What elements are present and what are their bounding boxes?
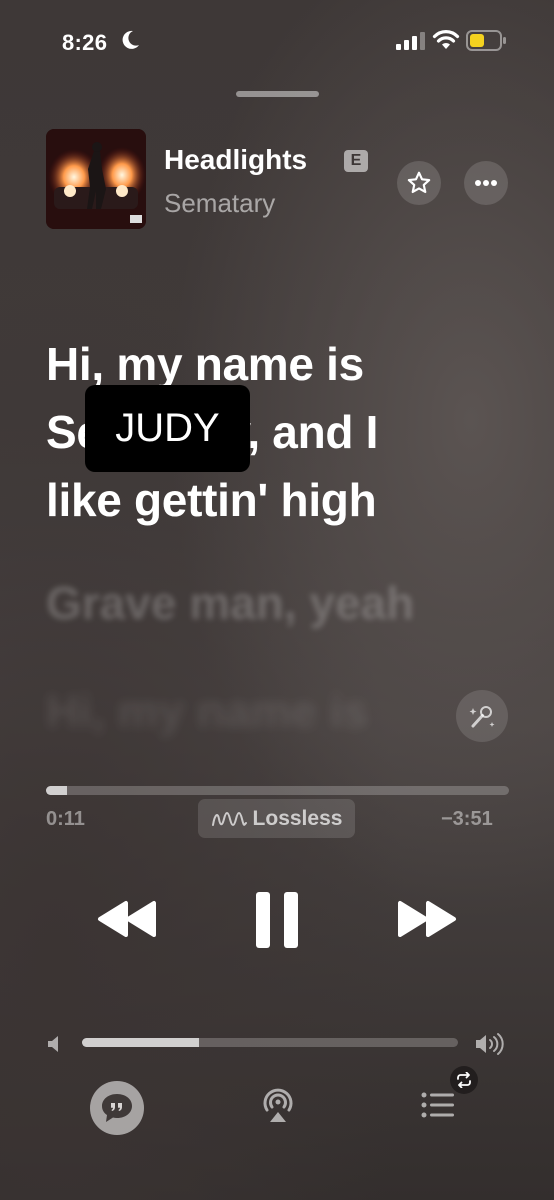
star-icon [407,171,431,194]
moon-icon [122,30,139,49]
rewind-button[interactable] [96,897,158,941]
pause-button[interactable] [252,890,302,950]
volume-high-icon [476,1033,504,1055]
quality-label: Lossless [252,806,343,830]
lyrics-button[interactable] [90,1081,144,1135]
volume-level-fill [82,1038,199,1047]
playback-scrubber[interactable] [46,786,509,795]
list-icon [421,1092,454,1118]
redaction-label: JUDY [85,385,250,472]
favorite-button[interactable] [397,161,441,205]
airplay-audio-button[interactable] [258,1084,298,1124]
song-title[interactable]: Headlights [164,144,307,176]
elapsed-time: 0:11 [46,808,85,830]
upcoming-lyric[interactable]: Grave man, yeah [46,576,414,630]
sheet-grabber[interactable] [236,91,319,97]
status-time: 8:26 [62,30,108,55]
lossless-badge[interactable]: Lossless [198,799,355,838]
artist-name[interactable]: Sematary [164,188,275,219]
upcoming-lyric[interactable]: Hi, my name is [46,684,368,738]
quote-bubble-icon [102,1094,132,1122]
fast-forward-button[interactable] [396,897,458,941]
ellipsis-icon [475,180,497,186]
remaining-time: −3:51 [441,808,493,830]
volume-low-icon [48,1036,58,1052]
wifi-icon [432,30,460,49]
more-options-button[interactable] [464,161,508,205]
cellular-signal-icon [396,32,425,50]
album-artwork[interactable] [46,129,146,229]
fast-forward-icon [398,901,456,937]
lossless-wave-icon [211,811,247,826]
lyric-line[interactable]: like gettin' high [46,466,516,534]
volume-slider[interactable] [82,1038,458,1047]
playback-progress-fill [46,786,67,795]
sing-microphone-button[interactable] [456,690,508,742]
repeat-icon [457,1072,471,1088]
battery-icon [466,30,506,51]
explicit-badge: E [344,150,368,172]
pause-icon [256,892,298,948]
rewind-icon [98,901,156,937]
queue-button[interactable] [420,1089,456,1121]
repeat-badge [450,1066,478,1094]
